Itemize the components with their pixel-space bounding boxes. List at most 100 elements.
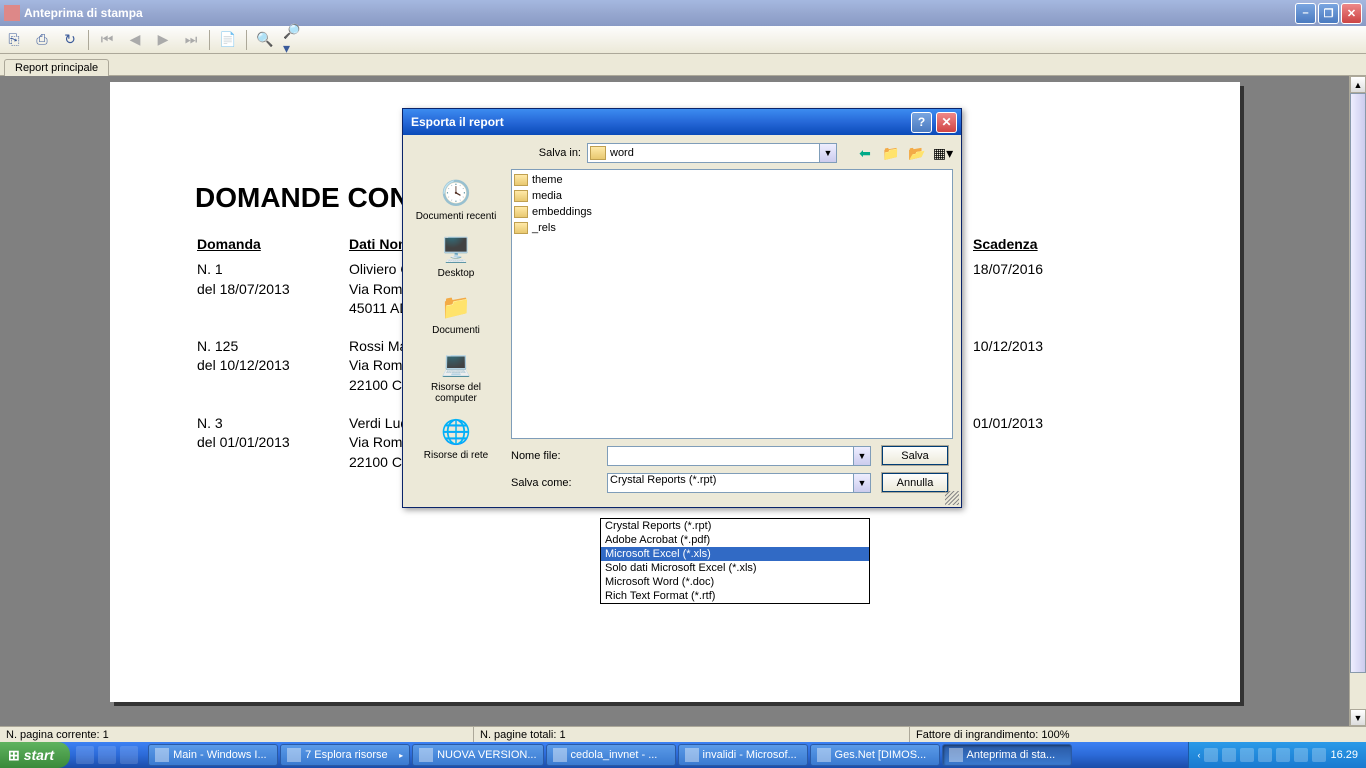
statusbar: N. pagina corrente: 1 N. pagine totali: … <box>0 726 1366 742</box>
documents-icon: 📁 <box>440 291 472 323</box>
task-icon <box>817 748 831 762</box>
app-icon <box>4 5 20 21</box>
chevron-down-icon[interactable]: ▼ <box>853 447 870 465</box>
new-folder-icon[interactable]: 📂 <box>907 143 927 163</box>
folder-icon <box>514 190 528 202</box>
last-page-icon[interactable]: ⏭ <box>181 30 201 50</box>
save-button[interactable]: Salva <box>881 445 949 466</box>
resize-grip[interactable] <box>945 491 959 505</box>
cancel-button[interactable]: Annulla <box>881 472 949 493</box>
savetype-label: Salva come: <box>511 477 597 489</box>
start-button[interactable]: start <box>0 742 70 768</box>
chevron-down-icon[interactable]: ▼ <box>819 144 836 162</box>
scroll-up-icon[interactable]: ▲ <box>1350 76 1366 93</box>
place-computer[interactable]: 💻Risorse del computer <box>414 344 498 408</box>
filename-label: Nome file: <box>511 450 597 462</box>
status-total-pages: N. pagine totali: 1 <box>474 727 910 742</box>
toolbar: ⎘ ⎙ ↻ ⏮ ◀ ▶ ⏭ 📄 🔍 🔎▾ <box>0 26 1366 54</box>
close-button[interactable]: ✕ <box>1341 3 1362 24</box>
save-in-value: word <box>610 147 634 159</box>
list-item[interactable]: theme <box>514 172 950 188</box>
restore-button[interactable]: ❐ <box>1318 3 1339 24</box>
goto-page-icon[interactable]: 📄 <box>218 30 238 50</box>
chevron-down-icon[interactable]: ▼ <box>853 474 870 492</box>
next-page-icon[interactable]: ▶ <box>153 30 173 50</box>
quick-launch-item[interactable] <box>98 746 116 764</box>
dropdown-item[interactable]: Microsoft Word (*.doc) <box>601 575 869 589</box>
scroll-down-icon[interactable]: ▼ <box>1350 709 1366 726</box>
print-icon[interactable]: ⎙ <box>32 30 52 50</box>
status-zoom: Fattore di ingrandimento: 100% <box>910 727 1366 742</box>
up-folder-icon[interactable]: 📁 <box>881 143 901 163</box>
folder-icon <box>514 206 528 218</box>
minimize-button[interactable]: – <box>1295 3 1316 24</box>
find-icon[interactable]: 🔍 <box>255 30 275 50</box>
dropdown-item[interactable]: Solo dati Microsoft Excel (*.xls) <box>601 561 869 575</box>
task-icon <box>685 748 699 762</box>
place-network[interactable]: 🌐Risorse di rete <box>414 412 498 465</box>
prev-page-icon[interactable]: ◀ <box>125 30 145 50</box>
task-item[interactable]: cedola_invnet - ... <box>546 744 676 766</box>
tabstrip: Report principale <box>0 54 1366 76</box>
task-item[interactable]: invalidi - Microsof... <box>678 744 808 766</box>
clock[interactable]: 16.29 <box>1330 749 1358 761</box>
network-icon: 🌐 <box>440 416 472 448</box>
dialog-close-button[interactable]: ✕ <box>936 112 957 133</box>
dropdown-item[interactable]: Microsoft Excel (*.xls) <box>601 547 869 561</box>
quick-launch-item[interactable] <box>76 746 94 764</box>
save-in-combo[interactable]: word ▼ <box>587 143 837 163</box>
views-icon[interactable]: ▦▾ <box>933 143 953 163</box>
savetype-dropdown[interactable]: Crystal Reports (*.rpt) Adobe Acrobat (*… <box>600 518 870 604</box>
tray-icon[interactable] <box>1276 748 1290 762</box>
dropdown-item[interactable]: Rich Text Format (*.rtf) <box>601 589 869 603</box>
folder-icon <box>590 146 606 160</box>
task-icon <box>949 748 963 762</box>
zoom-icon[interactable]: 🔎▾ <box>283 30 303 50</box>
place-recent[interactable]: 🕓Documenti recenti <box>414 173 498 226</box>
savetype-combo[interactable]: Crystal Reports (*.rpt) ▼ <box>607 473 871 493</box>
header-domanda: Domanda <box>197 236 347 258</box>
refresh-icon[interactable]: ↻ <box>60 30 80 50</box>
tray-icon[interactable] <box>1240 748 1254 762</box>
task-item[interactable]: Ges.Net [DIMOS... <box>810 744 940 766</box>
place-desktop[interactable]: 🖥️Desktop <box>414 230 498 283</box>
computer-icon: 💻 <box>440 348 472 380</box>
file-list[interactable]: theme media embeddings _rels <box>511 169 953 439</box>
task-item[interactable]: Main - Windows I... <box>148 744 278 766</box>
export-dialog: Esporta il report ? ✕ Salva in: word ▼ ⬅… <box>402 108 962 508</box>
tray-icon[interactable] <box>1258 748 1272 762</box>
task-item[interactable]: Anteprima di sta... <box>942 744 1072 766</box>
recent-icon: 🕓 <box>440 177 472 209</box>
system-tray[interactable]: ‹ 16.29 <box>1188 742 1366 768</box>
quick-launch-item[interactable] <box>120 746 138 764</box>
dropdown-item[interactable]: Adobe Acrobat (*.pdf) <box>601 533 869 547</box>
task-item[interactable]: 7 Esplora risorse▸ <box>280 744 410 766</box>
export-icon[interactable]: ⎘ <box>4 30 24 50</box>
task-icon <box>287 748 301 762</box>
tray-icon[interactable] <box>1294 748 1308 762</box>
tab-main-report[interactable]: Report principale <box>4 59 109 76</box>
back-icon[interactable]: ⬅ <box>855 143 875 163</box>
tray-icon[interactable] <box>1312 748 1326 762</box>
places-bar: 🕓Documenti recenti 🖥️Desktop 📁Documenti … <box>411 169 501 465</box>
list-item[interactable]: media <box>514 188 950 204</box>
first-page-icon[interactable]: ⏮ <box>97 30 117 50</box>
task-item[interactable]: NUOVA VERSION... <box>412 744 543 766</box>
help-button[interactable]: ? <box>911 112 932 133</box>
vertical-scrollbar[interactable]: ▲ ▼ <box>1349 76 1366 726</box>
folder-icon <box>514 174 528 186</box>
list-item[interactable]: _rels <box>514 220 950 236</box>
tray-icon[interactable] <box>1222 748 1236 762</box>
folder-icon <box>514 222 528 234</box>
window-title: Anteprima di stampa <box>24 6 1295 20</box>
task-buttons: Main - Windows I... 7 Esplora risorse▸ N… <box>144 744 1188 766</box>
dropdown-item[interactable]: Crystal Reports (*.rpt) <box>601 519 869 533</box>
filename-input[interactable]: ▼ <box>607 446 871 466</box>
dialog-title: Esporta il report <box>407 115 907 129</box>
scroll-thumb[interactable] <box>1350 93 1366 673</box>
list-item[interactable]: embeddings <box>514 204 950 220</box>
dialog-titlebar[interactable]: Esporta il report ? ✕ <box>403 109 961 135</box>
tray-icon[interactable] <box>1204 748 1218 762</box>
tray-expand-icon[interactable]: ‹ <box>1197 750 1200 760</box>
place-documents[interactable]: 📁Documenti <box>414 287 498 340</box>
